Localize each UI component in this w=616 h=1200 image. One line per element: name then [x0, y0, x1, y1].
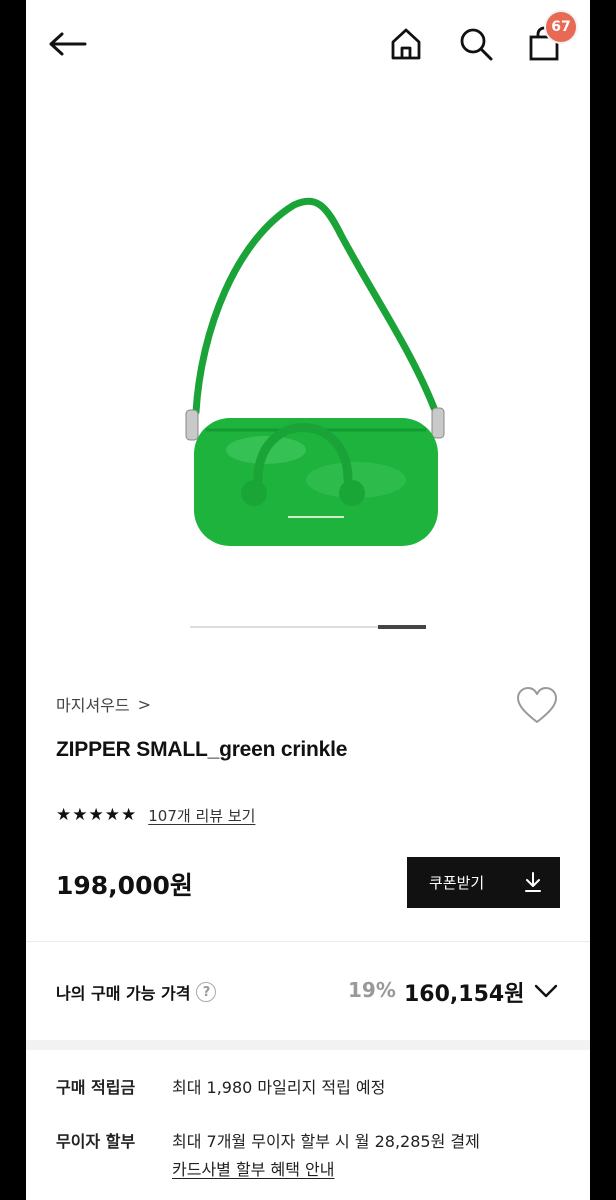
section-divider — [26, 1040, 590, 1050]
help-icon[interactable]: ? — [196, 982, 217, 1002]
star-icon: ★ — [121, 804, 137, 825]
divider — [26, 941, 590, 942]
chevron-down-icon — [534, 984, 558, 998]
star-icon: ★ — [72, 804, 88, 825]
search-icon — [460, 28, 493, 61]
star-icon: ★ — [56, 804, 72, 825]
download-icon — [525, 872, 541, 892]
product-price: 198,000원 — [56, 871, 193, 900]
top-bar: 67 — [26, 0, 590, 90]
brand-link[interactable]: 마지셔우드 > — [56, 692, 151, 716]
coupon-button[interactable]: 쿠폰받기 — [407, 857, 560, 908]
discount-rate: 19% — [348, 978, 396, 1002]
points-value: 최대 1,980 마일리지 적립 예정 — [172, 1078, 386, 1097]
product-image[interactable] — [26, 180, 590, 570]
my-price-label-text: 나의 구매 가능 가격 — [56, 984, 191, 1003]
expand-button[interactable] — [532, 980, 560, 1002]
rating-stars: ★ ★ ★ ★ ★ — [56, 804, 137, 825]
star-icon: ★ — [104, 804, 120, 825]
review-link[interactable]: 107개 리뷰 보기 — [148, 805, 255, 826]
image-slider-indicator — [378, 625, 426, 629]
arrow-left-icon — [49, 32, 87, 56]
star-icon: ★ — [88, 804, 104, 825]
wishlist-button[interactable] — [516, 686, 558, 726]
screen: 67 마지셔우드 > ZIPPER SMALL_green crinkle ★ — [26, 0, 590, 1200]
search-button[interactable] — [456, 22, 496, 66]
home-icon — [391, 28, 421, 60]
card-benefit-link[interactable]: 카드사별 할부 혜택 안내 — [172, 1156, 334, 1180]
back-button[interactable] — [46, 24, 90, 64]
installment-label: 무이자 할부 — [56, 1132, 136, 1151]
my-final-price: 160,154원 — [404, 982, 525, 1007]
coupon-button-label: 쿠폰받기 — [429, 874, 485, 892]
cart-count-badge: 67 — [544, 10, 578, 44]
my-price-row[interactable]: 나의 구매 가능 가격 ? 19% 160,154원 — [26, 960, 590, 1020]
home-button[interactable] — [386, 22, 426, 66]
rating-row: ★ ★ ★ ★ ★ 107개 리뷰 보기 — [56, 804, 255, 826]
brand-name: 마지셔우드 — [56, 696, 130, 715]
installment-value: 최대 7개월 무이자 할부 시 월 28,285원 결제 — [172, 1132, 480, 1151]
product-title: ZIPPER SMALL_green crinkle — [56, 738, 348, 761]
heart-icon — [517, 687, 557, 723]
my-price-label: 나의 구매 가능 가격 ? — [56, 980, 217, 1004]
chevron-right-icon: > — [137, 694, 152, 714]
points-label: 구매 적립금 — [56, 1078, 136, 1097]
